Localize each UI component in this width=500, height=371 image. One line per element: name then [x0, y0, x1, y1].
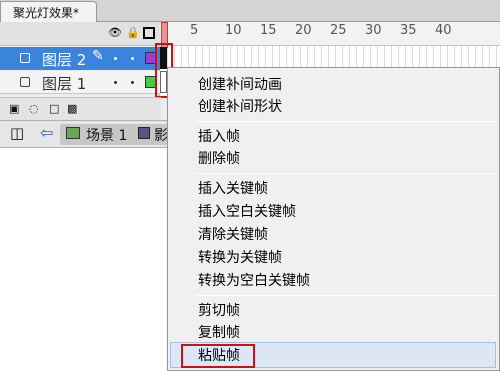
context-menu: 创建补间动画 创建补间形状 插入帧 删除帧 插入关键帧 插入空白关键帧 清除关键… [167, 67, 500, 371]
eye-icon[interactable]: 👁 [108, 26, 122, 40]
document-tab-strip: 聚光灯效果* [0, 0, 500, 22]
menu-item-insert-frame[interactable]: 插入帧 [198, 126, 240, 148]
menu-item-insert-blank-keyframe[interactable]: 插入空白关键帧 [198, 201, 296, 223]
frame-number: 35 [400, 23, 417, 38]
document-tab[interactable]: 聚光灯效果* [0, 1, 97, 22]
motion-guide-icon[interactable]: ◌ [29, 102, 39, 115]
outline-icon[interactable] [143, 27, 155, 39]
scene-icon [66, 127, 80, 139]
menu-item-convert-to-blank-keyframe[interactable]: 转换为空白关键帧 [198, 270, 310, 292]
visibility-dot[interactable] [114, 81, 117, 84]
frame-number: 30 [365, 23, 382, 38]
frame-number: 10 [225, 23, 242, 38]
menu-item-cut-frames[interactable]: 剪切帧 [198, 300, 240, 322]
timeline-toolbar: ▣ ◌ □ ▩ [0, 97, 161, 120]
timeline-toggle-icon[interactable]: ◫ [10, 124, 24, 142]
frame-number: 40 [435, 23, 452, 38]
new-layer-icon[interactable]: ▣ [9, 102, 19, 115]
menu-item-convert-to-keyframe[interactable]: 转换为关键帧 [198, 247, 282, 269]
lock-dot[interactable] [131, 81, 134, 84]
frame-number: 5 [190, 23, 199, 38]
frame-ruler[interactable]: 5 10 15 20 25 30 35 40 [161, 22, 500, 46]
menu-item-create-motion-tween[interactable]: 创建补间动画 [198, 74, 282, 96]
frame-number: 15 [260, 23, 277, 38]
frame-number: 20 [295, 23, 312, 38]
pencil-icon: ✎ [92, 48, 104, 64]
menu-item-copy-frames[interactable]: 复制帧 [198, 322, 240, 344]
layer-name: 图层 2 [42, 51, 87, 69]
visibility-dot[interactable] [114, 57, 117, 60]
delete-layer-icon[interactable]: ▩ [67, 102, 77, 115]
menu-separator [196, 121, 496, 122]
menu-item-delete-frame[interactable]: 删除帧 [198, 148, 240, 170]
frame-number: 25 [330, 23, 347, 38]
menu-item-create-shape-tween[interactable]: 创建补间形状 [198, 96, 282, 118]
new-folder-icon[interactable]: □ [49, 102, 59, 115]
layer-icon [20, 53, 30, 63]
layer-list: 👁 🔒 图层 2 ✎ 图层 1 [0, 22, 160, 97]
scene-breadcrumb[interactable]: 场景 1 影 [60, 124, 168, 145]
layer-name: 图层 1 [42, 75, 87, 93]
layer-row[interactable]: 图层 2 ✎ [0, 47, 160, 70]
symbol-label: 影 [154, 128, 168, 144]
menu-separator [196, 295, 496, 296]
layer-icon [20, 77, 30, 87]
layer-row[interactable]: 图层 1 [0, 71, 160, 94]
lock-icon[interactable]: 🔒 [126, 26, 140, 40]
menu-item-clear-keyframe[interactable]: 清除关键帧 [198, 224, 268, 246]
paste-frames-annotation-box [181, 344, 255, 368]
menu-item-insert-keyframe[interactable]: 插入关键帧 [198, 178, 268, 200]
menu-separator [196, 173, 496, 174]
layer-header: 👁 🔒 [0, 22, 160, 46]
lock-dot[interactable] [131, 57, 134, 60]
scene-label: 场景 1 [86, 128, 128, 144]
symbol-icon [138, 127, 150, 139]
back-arrow-icon[interactable]: ⇦ [40, 123, 53, 142]
document-tab-title: 聚光灯效果* [13, 6, 80, 20]
